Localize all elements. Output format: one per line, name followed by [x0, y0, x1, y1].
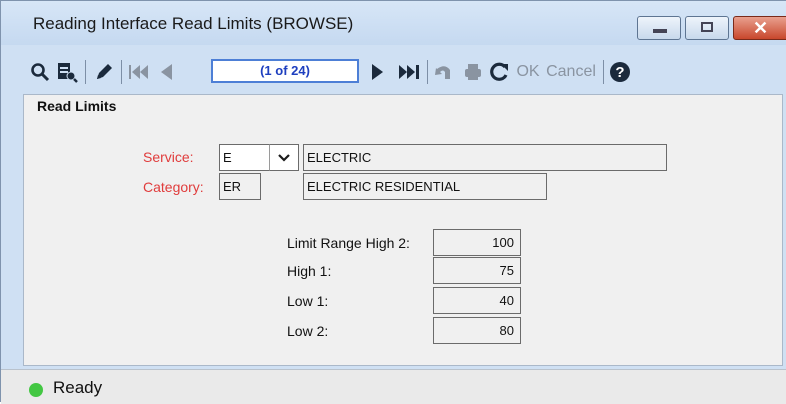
close-icon: ✕ [753, 18, 769, 38]
toolbar-separator [427, 60, 428, 84]
high-1-field: 75 [433, 257, 521, 284]
browse-document-icon[interactable] [55, 58, 79, 86]
low-2-label: Low 2: [287, 323, 329, 339]
help-icon[interactable]: ? [607, 58, 633, 86]
category-description-field: ELECTRIC RESIDENTIAL [303, 173, 547, 200]
toolbar-separator [85, 60, 86, 84]
toolbar: OK Cancel ? [23, 58, 783, 88]
minimize-icon [653, 29, 667, 33]
category-label: Category: [143, 179, 204, 195]
last-record-icon[interactable] [395, 58, 423, 86]
service-code-field[interactable]: E [219, 144, 271, 171]
maximize-button[interactable] [685, 16, 729, 40]
status-text: Ready [53, 378, 103, 397]
previous-record-icon[interactable] [155, 58, 177, 86]
minimize-button[interactable] [637, 16, 681, 40]
low-1-label: Low 1: [287, 293, 329, 309]
chevron-down-icon [278, 154, 290, 162]
service-description-field: ELECTRIC [303, 144, 667, 171]
refresh-icon[interactable] [487, 58, 511, 86]
toolbar-separator [603, 60, 604, 84]
close-button[interactable]: ✕ [733, 16, 786, 40]
status-bar: Ready [1, 369, 786, 404]
first-record-icon[interactable] [127, 58, 151, 86]
section-title: Read Limits [37, 98, 117, 114]
toolbar-separator [121, 60, 122, 84]
cancel-button[interactable]: Cancel [545, 58, 597, 86]
app-window: Reading Interface Read Limits (BROWSE) ✕ [0, 0, 786, 404]
service-dropdown-button[interactable] [269, 144, 299, 171]
svg-text:?: ? [615, 64, 624, 81]
maximize-icon [701, 22, 713, 32]
title-bar[interactable]: Reading Interface Read Limits (BROWSE) ✕ [1, 1, 786, 45]
record-indicator[interactable]: (1 of 24) [211, 59, 359, 83]
ok-button[interactable]: OK [515, 58, 541, 86]
status-indicator-icon [29, 383, 43, 397]
category-code-field: ER [219, 173, 261, 200]
edit-pencil-icon[interactable] [91, 58, 117, 86]
search-icon[interactable] [29, 58, 51, 86]
limit-range-high-2-label: Limit Range High 2: [287, 235, 410, 251]
next-record-icon[interactable] [367, 58, 389, 86]
low-2-field: 80 [433, 317, 521, 344]
low-1-field: 40 [433, 287, 521, 314]
service-label: Service: [143, 149, 194, 165]
undo-icon[interactable] [431, 58, 457, 86]
print-icon[interactable] [461, 58, 485, 86]
high-1-label: High 1: [287, 263, 332, 279]
read-limits-panel [23, 94, 783, 366]
limit-range-high-2-field: 100 [433, 229, 521, 256]
window-title: Reading Interface Read Limits (BROWSE) [33, 14, 354, 33]
